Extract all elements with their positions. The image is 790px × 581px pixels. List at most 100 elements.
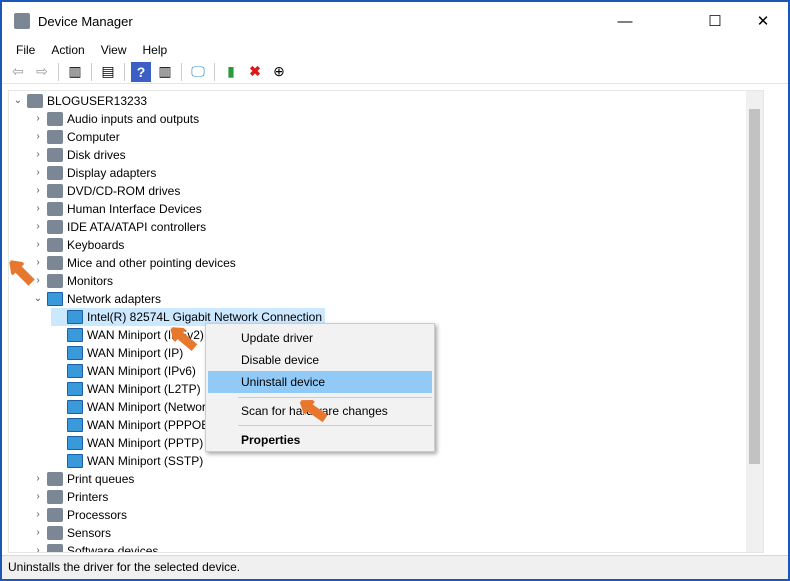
status-bar: Uninstalls the driver for the selected d… [2,555,788,579]
tree-item-label: Display adapters [67,166,157,180]
device-category-icon [47,130,63,144]
console-tree-icon[interactable]: ▥ [65,62,85,82]
expand-chevron-icon[interactable]: › [31,164,45,182]
network-adapter-item[interactable]: WAN Miniport (IP) [51,344,186,362]
tree-item-label: Sensors [67,526,112,540]
menu-help[interactable]: Help [135,40,176,60]
tree-item-label: Print queues [67,472,135,486]
run-icon[interactable]: ▥ [155,62,175,82]
menu-item-uninstall-device[interactable]: Uninstall device [208,371,432,393]
tree-root[interactable]: ⌄ BLOGUSER13233 [11,92,150,110]
tree-item-label: DVD/CD-ROM drives [67,184,181,198]
device-category-icon [47,148,63,162]
network-adapter-item[interactable]: WAN Miniport (IPv6) [51,362,199,380]
tree-category[interactable]: › Keyboards [31,236,127,254]
tree-category[interactable]: › Audio inputs and outputs [31,110,202,128]
network-adapter-item[interactable]: WAN Miniport (L2TP) [51,380,204,398]
tree-category[interactable]: › Print queues [31,470,137,488]
tree-item-label: Network adapters [67,292,162,306]
tree-category[interactable]: › Disk drives [31,146,129,164]
tree-category[interactable]: › Printers [31,488,111,506]
device-category-icon [47,544,63,552]
expand-chevron-icon[interactable]: › [31,506,45,524]
device-category-icon [47,472,63,486]
collapse-chevron-icon[interactable]: ⌄ [11,92,25,110]
tree-item-label: BLOGUSER13233 [47,94,148,108]
forward-icon[interactable]: ⇨ [32,62,52,82]
expand-chevron-icon[interactable]: › [31,110,45,128]
maximize-button[interactable]: ☐ [692,2,738,40]
tree-item-label: WAN Miniport (IPv6) [87,364,196,378]
device-category-icon [47,202,63,216]
disable-icon[interactable]: ⊕ [269,62,289,82]
tree-item-label: Mice and other pointing devices [67,256,236,270]
tree-category[interactable]: › Human Interface Devices [31,200,205,218]
device-category-icon [47,526,63,540]
expand-chevron-icon[interactable]: › [31,182,45,200]
device-category-icon [27,94,43,108]
network-adapter-icon [67,310,83,324]
tree-category[interactable]: › Computer [31,128,123,146]
expand-chevron-icon[interactable]: › [31,488,45,506]
tree-category[interactable]: ⌄ Network adapters [31,290,164,308]
tree-item-label: WAN Miniport (IP) [87,346,184,360]
tree-item-label: Processors [67,508,128,522]
menu-file[interactable]: File [8,40,43,60]
close-button[interactable]: ✕ [740,2,786,40]
expand-chevron-icon[interactable]: › [31,542,45,552]
menu-view[interactable]: View [93,40,135,60]
network-adapter-item[interactable]: WAN Miniport (PPTP) [51,434,206,452]
expand-chevron-icon[interactable]: › [31,146,45,164]
device-category-icon [47,256,63,270]
tree-item-label: WAN Miniport (SSTP) [87,454,204,468]
menu-item-disable-device[interactable]: Disable device [208,349,432,371]
tree-category[interactable]: › Sensors [31,524,114,542]
network-adapter-icon [67,400,83,414]
title-bar: Device Manager — ☐ ✕ [2,2,788,40]
update-driver-icon[interactable]: ▮ [221,62,241,82]
expand-chevron-icon[interactable]: › [31,254,45,272]
tree-category[interactable]: › Display adapters [31,164,159,182]
help-icon[interactable]: ? [131,61,151,82]
expand-chevron-icon[interactable]: › [31,200,45,218]
device-category-icon [47,238,63,252]
tree-item-label: Software devices [67,544,159,553]
expand-chevron-icon[interactable]: › [31,236,45,254]
tree-item-label: Keyboards [67,238,125,252]
properties-icon[interactable]: ▤ [98,62,118,82]
tree-category[interactable]: › IDE ATA/ATAPI controllers [31,218,209,236]
back-icon[interactable]: ⇦ [8,62,28,82]
tree-item-label: IDE ATA/ATAPI controllers [67,220,207,234]
network-adapter-item[interactable]: WAN Miniport (SSTP) [51,452,206,470]
scrollbar-thumb[interactable] [749,109,760,464]
tree-item-label: WAN Miniport (L2TP) [87,382,201,396]
tree-item-label: Disk drives [67,148,126,162]
tree-category[interactable]: › Processors [31,506,130,524]
uninstall-icon[interactable]: ✖ [245,62,265,82]
expand-chevron-icon[interactable]: › [31,128,45,146]
expand-chevron-icon[interactable]: › [31,524,45,542]
menu-action[interactable]: Action [43,40,92,60]
network-adapter-icon [67,454,83,468]
tree-item-label: Audio inputs and outputs [67,112,200,126]
device-category-icon [47,490,63,504]
menu-item-properties[interactable]: Properties [208,429,432,451]
window-title: Device Manager [38,13,133,29]
tree-category[interactable]: › Monitors [31,272,116,290]
network-adapter-icon [67,382,83,396]
tree-category[interactable]: › DVD/CD-ROM drives [31,182,183,200]
expand-chevron-icon[interactable]: › [31,470,45,488]
network-adapter-icon [47,292,63,306]
device-category-icon [47,166,63,180]
scan-hardware-icon[interactable]: 🖵 [188,62,208,82]
expand-chevron-icon[interactable]: › [31,218,45,236]
tree-category[interactable]: › Software devices [31,542,161,553]
menu-item-update-driver[interactable]: Update driver [208,327,432,349]
tree-category[interactable]: › Mice and other pointing devices [31,254,239,272]
device-manager-icon [14,13,30,29]
network-adapter-item[interactable]: WAN Miniport (PPPOE) [51,416,216,434]
collapse-chevron-icon[interactable]: ⌄ [31,290,45,308]
device-tree: ⌄ BLOGUSER13233 › Audio inputs and outputs ›… [8,90,764,553]
minimize-button[interactable]: — [602,2,648,40]
vertical-scrollbar[interactable] [746,91,763,552]
